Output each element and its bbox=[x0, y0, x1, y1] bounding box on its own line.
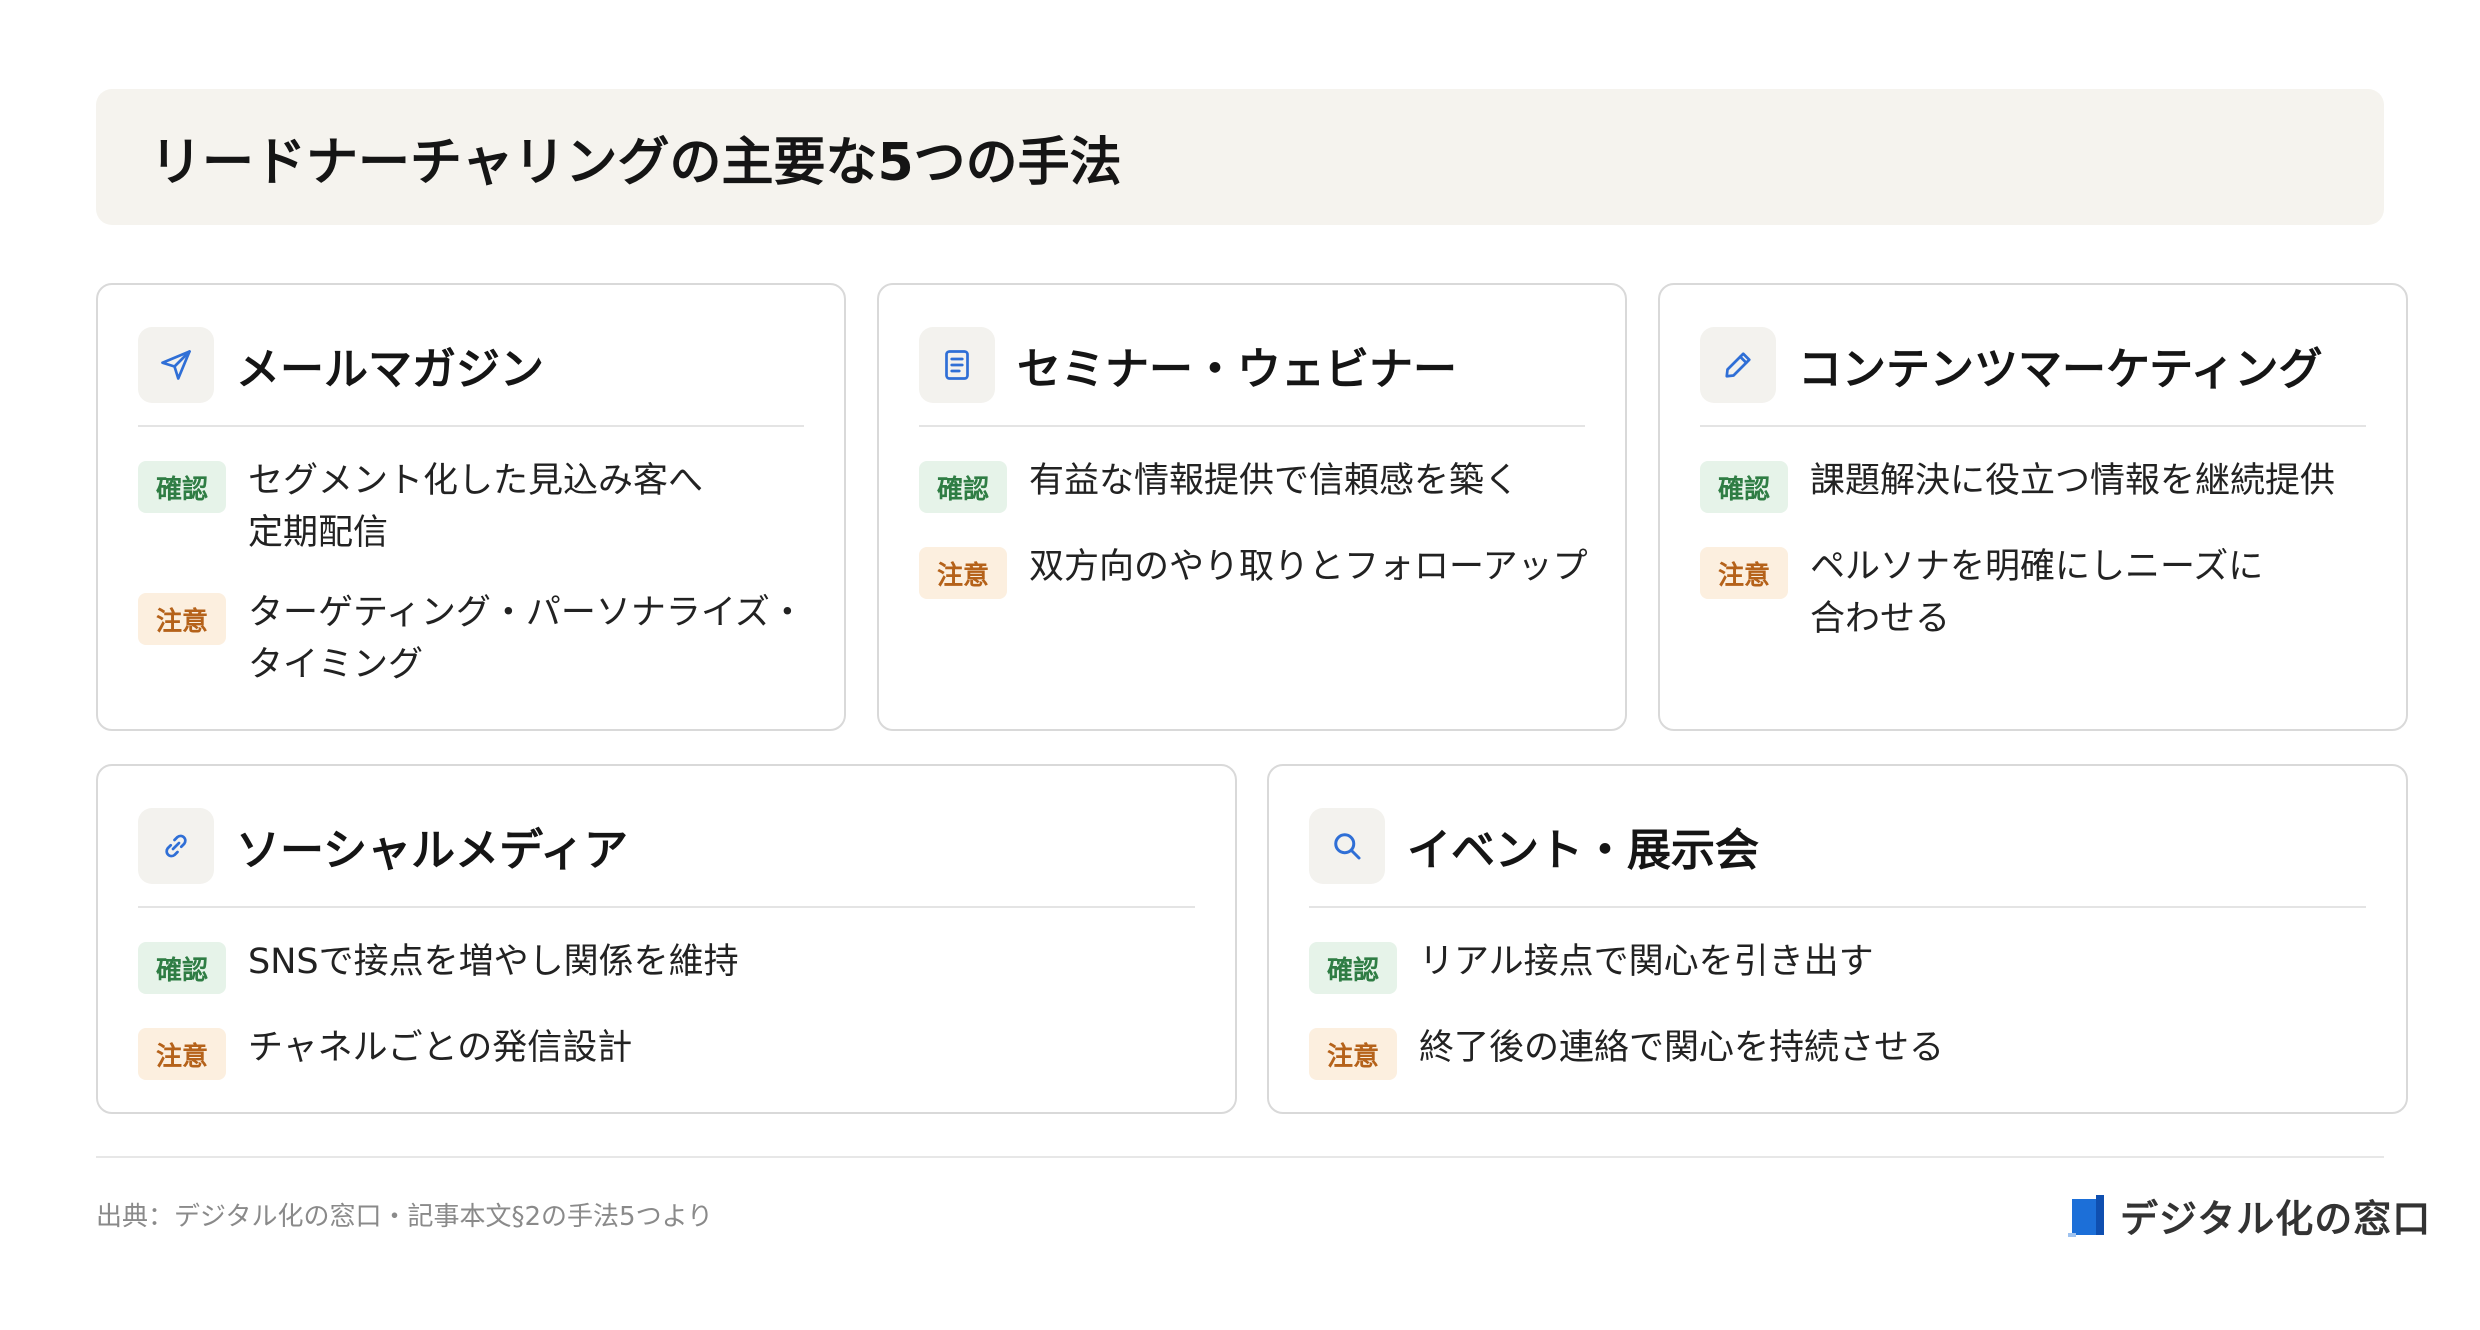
caution-text: 双方向のやり取りとフォローアップ bbox=[1029, 547, 1588, 587]
card-social-media: ソーシャルメディア 確認 SNSで接点を増やし関係を維持 注意 チャネルごとの発… bbox=[96, 764, 1237, 1114]
confirm-badge: 確認 bbox=[919, 461, 1007, 513]
card-mail-magazine: メールマガジン 確認 セグメント化した見込み客へ 定期配信 注意 ターゲティング・… bbox=[96, 283, 846, 731]
confirm-badge: 確認 bbox=[1309, 942, 1397, 994]
card-title: セミナー・ウェビナー bbox=[1017, 344, 1457, 395]
title-banner: リードナーチャリングの主要な5つの手法 bbox=[96, 89, 2384, 225]
caution-badge: 注意 bbox=[138, 593, 226, 645]
send-icon bbox=[138, 327, 214, 403]
card-seminar: セミナー・ウェビナー 確認 有益な情報提供で信頼感を築く 注意 双方向のやり取り… bbox=[877, 283, 1627, 731]
caution-text: チャネルごとの発信設計 bbox=[248, 1028, 633, 1068]
caution-text: ターゲティング・パーソナライズ・ タイミング bbox=[248, 593, 805, 685]
caution-badge: 注意 bbox=[1700, 547, 1788, 599]
caution-badge: 注意 bbox=[138, 1028, 226, 1080]
caution-text: ペルソナを明確にしニーズに 合わせる bbox=[1810, 547, 2264, 639]
confirm-text: SNSで接点を増やし関係を維持 bbox=[248, 942, 739, 982]
brand-logo: デジタル化の窓口 bbox=[2068, 1188, 2431, 1243]
source-note: 出典：デジタル化の窓口・記事本文§2の手法5つより bbox=[96, 1202, 714, 1232]
card-title: コンテンツマーケティング bbox=[1798, 344, 2323, 395]
card-content-marketing: コンテンツマーケティング 確認 課題解決に役立つ情報を継続提供 注意 ペルソナを… bbox=[1658, 283, 2408, 731]
card-title: メールマガジン bbox=[236, 344, 544, 395]
confirm-row: 確認 セグメント化した見込み客へ 定期配信 bbox=[138, 455, 808, 559]
caution-row: 注意 チャネルごとの発信設計 bbox=[138, 1022, 1199, 1080]
caution-row: 注意 ペルソナを明確にしニーズに 合わせる bbox=[1700, 541, 2370, 645]
confirm-row: 確認 課題解決に役立つ情報を継続提供 bbox=[1700, 455, 2370, 513]
caution-text: 終了後の連絡で関心を持続させる bbox=[1419, 1028, 1945, 1068]
confirm-badge: 確認 bbox=[138, 942, 226, 994]
confirm-badge: 確認 bbox=[1700, 461, 1788, 513]
document-icon bbox=[919, 327, 995, 403]
window-logo-icon bbox=[2068, 1194, 2104, 1237]
confirm-text: 課題解決に役立つ情報を継続提供 bbox=[1810, 461, 2336, 501]
caution-row: 注意 終了後の連絡で関心を持続させる bbox=[1309, 1022, 2370, 1080]
logo-text: デジタル化の窓口 bbox=[2120, 1197, 2432, 1241]
divider bbox=[138, 425, 804, 427]
card-title: イベント・展示会 bbox=[1407, 825, 1759, 876]
confirm-row: 確認 有益な情報提供で信頼感を築く bbox=[919, 455, 1589, 513]
caution-row: 注意 双方向のやり取りとフォローアップ bbox=[919, 541, 1589, 599]
caution-badge: 注意 bbox=[919, 547, 1007, 599]
confirm-row: 確認 リアル接点で関心を引き出す bbox=[1309, 936, 2370, 994]
confirm-text: セグメント化した見込み客へ 定期配信 bbox=[248, 461, 704, 553]
search-icon bbox=[1309, 808, 1385, 884]
confirm-text: リアル接点で関心を引き出す bbox=[1419, 942, 1874, 982]
footer-divider bbox=[96, 1156, 2384, 1158]
divider bbox=[1700, 425, 2366, 427]
divider bbox=[138, 906, 1195, 908]
card-event: イベント・展示会 確認 リアル接点で関心を引き出す 注意 終了後の連絡で関心を持… bbox=[1267, 764, 2408, 1114]
pencil-icon bbox=[1700, 327, 1776, 403]
confirm-badge: 確認 bbox=[138, 461, 226, 513]
confirm-text: 有益な情報提供で信頼感を築く bbox=[1029, 461, 1520, 501]
divider bbox=[919, 425, 1585, 427]
caution-row: 注意 ターゲティング・パーソナライズ・ タイミング bbox=[138, 587, 808, 691]
page-title: リードナーチャリングの主要な5つの手法 bbox=[150, 132, 1122, 193]
caution-badge: 注意 bbox=[1309, 1028, 1397, 1080]
divider bbox=[1309, 906, 2366, 908]
confirm-row: 確認 SNSで接点を増やし関係を維持 bbox=[138, 936, 1199, 994]
link-icon bbox=[138, 808, 214, 884]
card-title: ソーシャルメディア bbox=[236, 825, 629, 876]
